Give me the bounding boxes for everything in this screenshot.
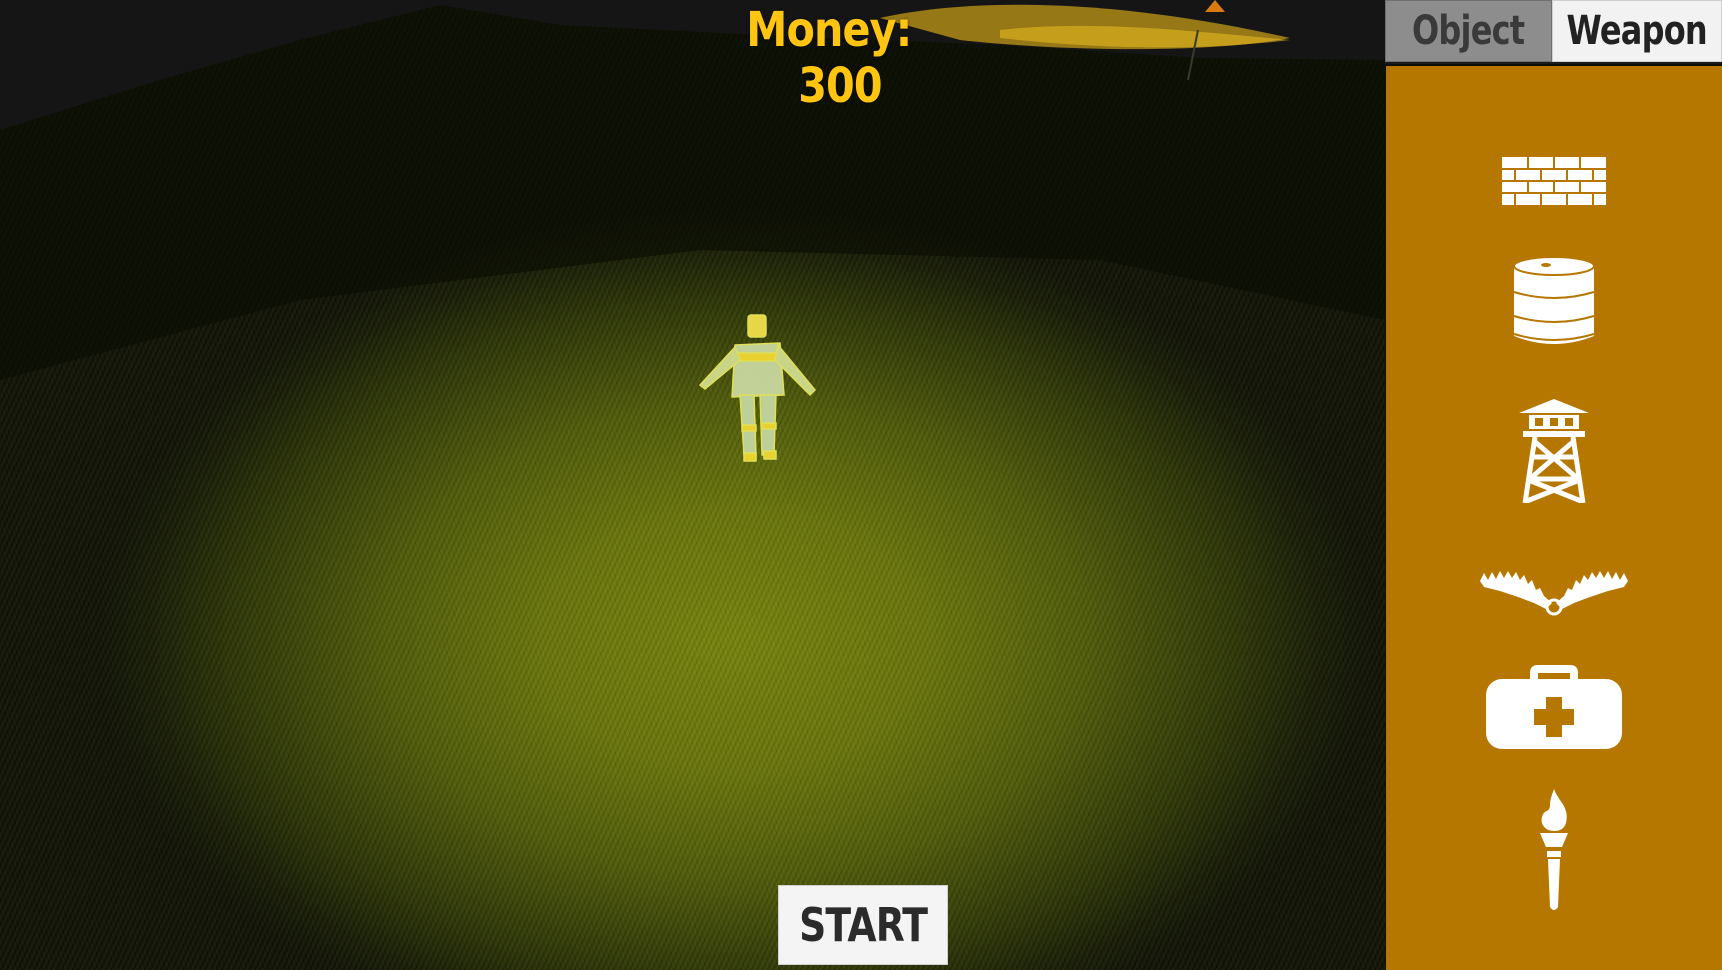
tab-object[interactable]: Object — [1385, 0, 1552, 62]
player-character[interactable] — [680, 305, 830, 485]
money-label: Money: — [746, 2, 912, 58]
start-button-label: START — [798, 898, 928, 952]
barrel-icon — [1513, 256, 1595, 344]
medkit-icon — [1486, 665, 1622, 749]
item-torch[interactable] — [1386, 781, 1722, 921]
bear-trap-icon — [1480, 571, 1628, 616]
category-tabs: Object Weapon — [1385, 0, 1722, 64]
build-panel — [1386, 66, 1722, 970]
brick-wall-icon — [1502, 157, 1606, 205]
watchtower-icon — [1519, 399, 1589, 503]
item-barrel[interactable] — [1386, 246, 1722, 356]
night-sky — [0, 0, 1385, 380]
item-watchtower[interactable] — [1386, 396, 1722, 506]
game-viewport[interactable]: Money:300 START — [0, 0, 1385, 970]
torch-icon — [1540, 789, 1568, 910]
tab-weapon-label: Weapon — [1566, 8, 1708, 54]
money-display: Money:300 — [720, 2, 961, 114]
item-brick-wall[interactable] — [1386, 136, 1722, 226]
item-bear-trap[interactable] — [1386, 546, 1722, 636]
tab-object-label: Object — [1412, 8, 1525, 54]
tab-weapon[interactable]: Weapon — [1552, 0, 1722, 62]
item-medkit[interactable] — [1386, 651, 1722, 761]
money-value: 300 — [798, 58, 882, 114]
start-button[interactable]: START — [778, 885, 948, 965]
